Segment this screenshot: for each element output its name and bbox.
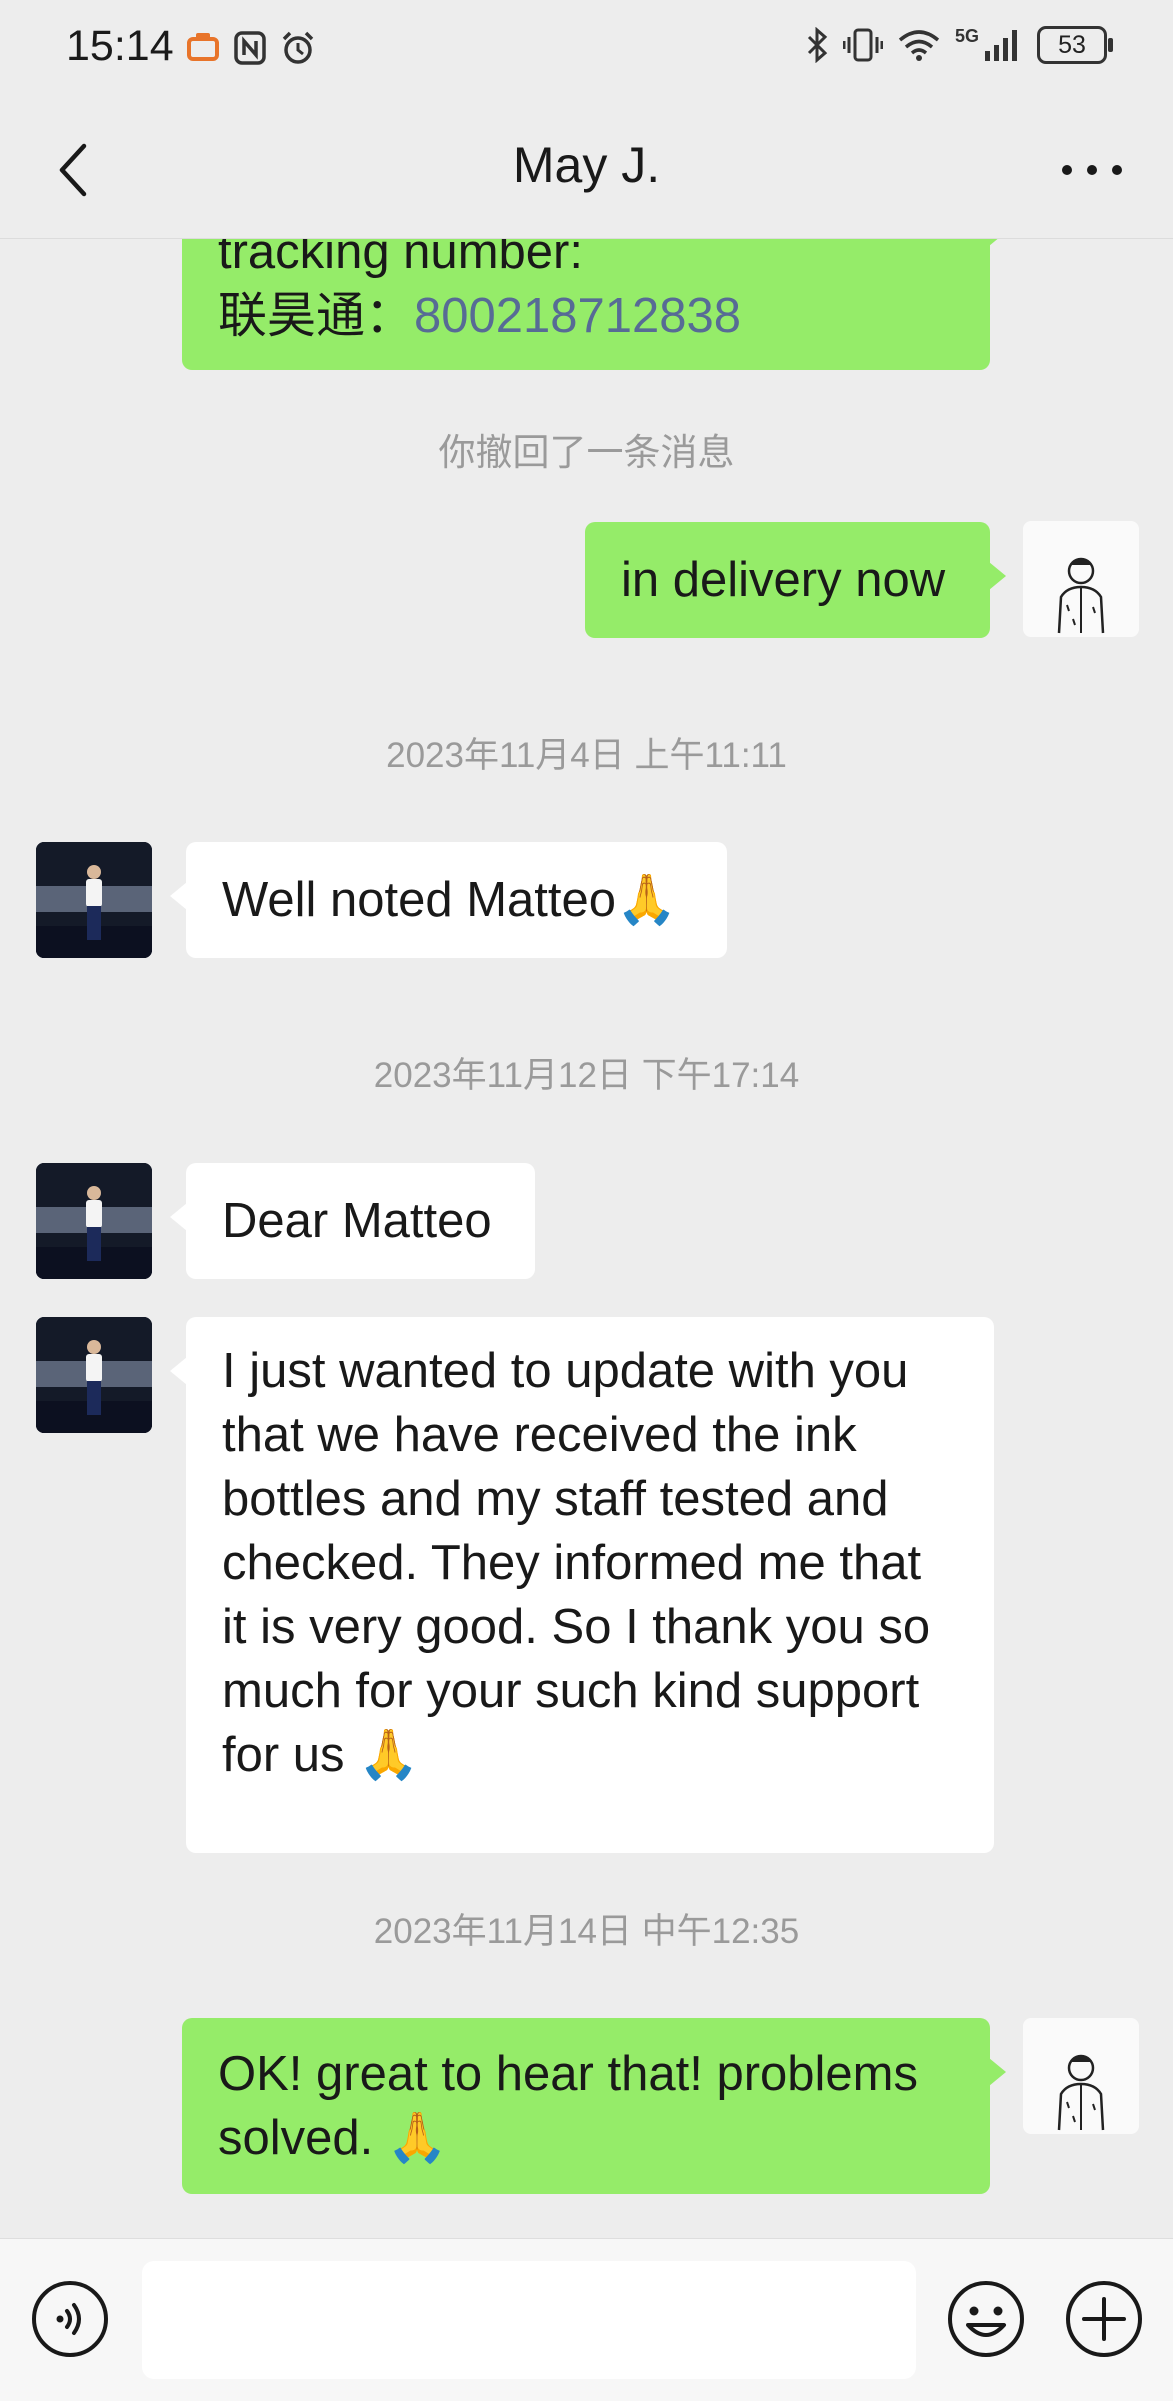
battery-level: 53 xyxy=(1037,26,1113,64)
avatar-self[interactable] xyxy=(1023,2018,1139,2134)
message-line: solved. 🙏 xyxy=(218,2111,448,2165)
status-bar: 15:14 5G 53 xyxy=(0,0,1173,100)
message-line: OK! great to hear that! problems xyxy=(218,2047,918,2101)
message-line: it is very good. So I thank you so xyxy=(222,1600,931,1654)
message-bubble-received[interactable]: Well noted Matteo🙏 xyxy=(170,842,727,958)
recall-notice: 你撤回了一条消息 xyxy=(438,432,735,473)
vibrate-icon xyxy=(842,28,883,62)
avatar-contact[interactable] xyxy=(36,842,152,958)
alarm-icon xyxy=(282,31,314,64)
wifi-icon xyxy=(898,30,940,61)
message-bubble-sent[interactable]: OK! great to hear that! problems solved.… xyxy=(182,2018,1006,2194)
message-text: Dear Matteo xyxy=(222,1194,492,1248)
message-text: in delivery now xyxy=(621,553,946,607)
timestamp: 2023年11月4日 上午11:11 xyxy=(386,736,787,775)
message-bubble-received[interactable]: I just wanted to update with you that we… xyxy=(170,1317,994,1853)
chat-header: May J. xyxy=(0,100,1173,239)
chat-title: May J. xyxy=(512,137,661,193)
plus-icon[interactable] xyxy=(1064,2279,1144,2359)
message-bubble-sent[interactable]: tracking number: 联昊通：800218712838 xyxy=(182,238,1006,370)
tracking-number-link[interactable]: 800218712838 xyxy=(414,289,741,343)
message-line: I just wanted to update with you xyxy=(222,1344,909,1398)
avatar-contact[interactable] xyxy=(36,1163,152,1279)
more-options-icon[interactable] xyxy=(1057,140,1127,200)
message-line: that we have received the ink xyxy=(222,1408,857,1462)
message-list[interactable]: tracking number: 联昊通：800218712838 你撤回了一条… xyxy=(0,238,1173,2238)
message-bubble-sent[interactable]: in delivery now xyxy=(585,522,1006,638)
message-text: tracking number: xyxy=(218,238,583,279)
message-line: bottles and my staff tested and xyxy=(222,1472,889,1526)
message-input[interactable] xyxy=(142,2261,916,2379)
avatar-photo-icon xyxy=(36,842,152,958)
avatar-photo-icon xyxy=(36,1317,152,1433)
status-left-icons xyxy=(186,30,316,66)
avatar-self[interactable] xyxy=(1023,521,1139,637)
message-line: checked. They informed me that xyxy=(222,1536,922,1590)
status-right-icons: 5G 53 xyxy=(805,25,1113,64)
message-line: for us 🙏 xyxy=(222,1728,420,1782)
voice-icon[interactable] xyxy=(30,2279,110,2359)
courier-name: 联昊通： xyxy=(218,289,415,343)
emoji-icon[interactable] xyxy=(946,2279,1026,2359)
timestamp: 2023年11月14日 中午12:35 xyxy=(373,1912,800,1951)
nfc-icon xyxy=(234,31,266,65)
avatar-contact[interactable] xyxy=(36,1317,152,1433)
bluetooth-icon xyxy=(807,27,828,63)
message-bubble-received[interactable]: Dear Matteo xyxy=(170,1163,535,1279)
notification-app-icon xyxy=(187,33,219,61)
message-text: Well noted Matteo🙏 xyxy=(222,873,678,927)
avatar-sketch-icon xyxy=(1057,2054,1105,2131)
timestamp: 2023年11月12日 下午17:14 xyxy=(373,1056,800,1095)
signal-icon xyxy=(985,30,1017,61)
message-line: much for your such kind support xyxy=(222,1664,920,1718)
avatar-sketch-icon xyxy=(1057,557,1105,634)
network-type-label: 5G xyxy=(954,25,979,46)
status-time: 15:14 xyxy=(66,22,174,70)
avatar-photo-icon xyxy=(36,1163,152,1279)
input-bar xyxy=(0,2238,1173,2401)
message-text-line: 联昊通：800218712838 xyxy=(218,284,954,348)
